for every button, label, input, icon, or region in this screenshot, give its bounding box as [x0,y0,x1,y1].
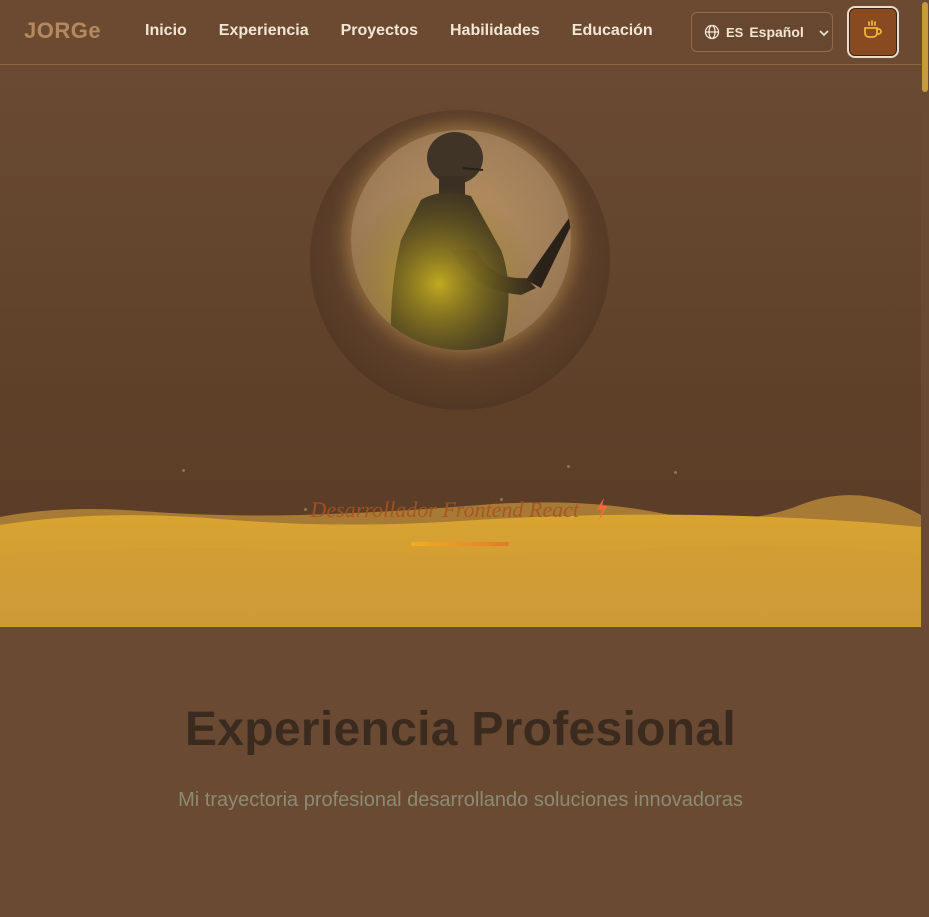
lightning-icon [594,498,610,526]
page: JORGe Inicio Experiencia Proyectos Habil… [0,0,929,917]
language-code: ES [726,24,744,40]
page-scrollbar[interactable] [921,0,929,917]
language-name: Español [749,24,804,40]
globe-icon [704,24,720,40]
avatar [351,130,571,350]
theme-toggle-button[interactable] [847,6,899,58]
experience-subtitle: Mi trayectoria profesional desarrollando… [178,789,743,811]
coffee-cup-icon [861,18,885,47]
main-nav: Inicio Experiencia Proyectos Habilidades… [145,22,653,40]
particle [567,465,570,468]
chevron-down-icon [818,26,830,38]
particle [674,471,677,474]
nav-item-habilidades[interactable]: Habilidades [450,22,540,40]
hero-section: Desarrollador Frontend React [0,65,921,627]
nav-item-proyectos[interactable]: Proyectos [341,22,418,40]
experience-title: Experiencia Profesional [184,703,737,756]
site-header: JORGe Inicio Experiencia Proyectos Habil… [0,0,921,65]
scrollbar-thumb[interactable] [922,2,928,92]
logo[interactable]: JORGe [24,18,101,44]
tagline-text: Desarrollador Frontend React [310,497,579,522]
language-select[interactable]: ES Español [691,12,833,52]
tagline-underline [411,542,509,546]
nav-item-experiencia[interactable]: Experiencia [219,22,309,40]
hero-tagline: Desarrollador Frontend React [0,497,921,526]
particle [182,469,185,472]
nav-item-educacion[interactable]: Educación [572,22,653,40]
nav-item-inicio[interactable]: Inicio [145,22,187,40]
